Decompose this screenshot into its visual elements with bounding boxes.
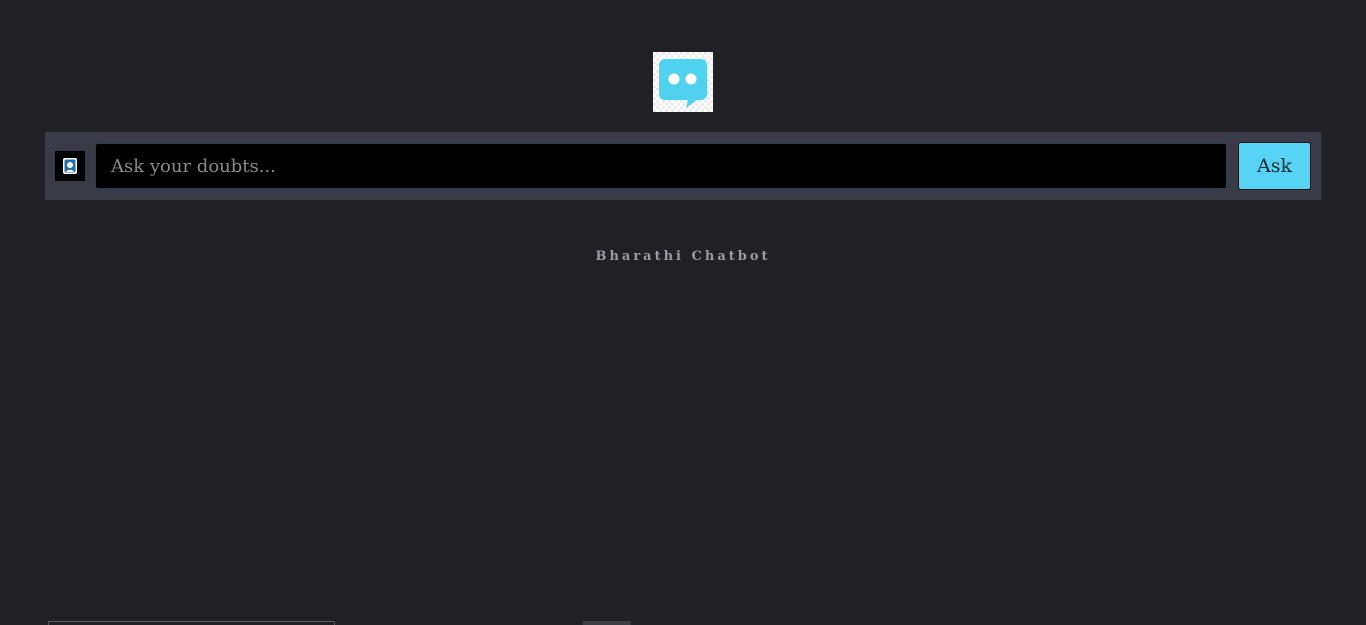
user-avatar-icon <box>55 151 85 181</box>
chat-bubble-icon <box>653 52 713 112</box>
ask-input-wrapper <box>95 143 1227 189</box>
ask-bar: Ask <box>45 132 1321 200</box>
ask-button[interactable]: Ask <box>1238 142 1311 190</box>
footer-divider <box>48 621 335 625</box>
footer-tab <box>583 621 631 625</box>
ask-input[interactable] <box>96 144 1226 188</box>
page: Ask Bharathi Chatbot <box>0 0 1366 625</box>
chatbot-tagline: Bharathi Chatbot <box>595 249 771 264</box>
